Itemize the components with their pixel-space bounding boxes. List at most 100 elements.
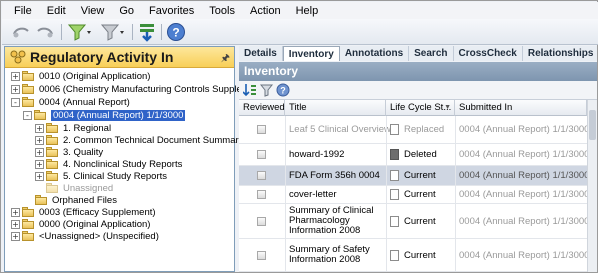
tree-node[interactable]: + 0010 (Original Application)	[11, 70, 150, 82]
inventory-grid: Reviewed Title Life Cycle St... ▼ Submit…	[239, 100, 587, 272]
menu-view[interactable]: View	[81, 5, 105, 17]
folder-icon	[46, 123, 60, 133]
tab-annotations[interactable]: Annotations	[340, 46, 410, 61]
expand-icon[interactable]: +	[35, 159, 44, 169]
column-header-reviewed[interactable]: Reviewed	[239, 100, 285, 116]
table-row-selected[interactable]: FDA Form 356h 0004 Current 0004 (Annual …	[239, 166, 587, 186]
reviewed-checkbox[interactable]	[257, 171, 266, 180]
tree-node-label: 1. Regional	[63, 122, 112, 134]
folder-icon	[22, 231, 36, 241]
tree-node[interactable]: + 0000 (Original Application)	[11, 218, 150, 230]
document-icon	[390, 249, 399, 261]
menu-action[interactable]: Action	[250, 5, 281, 17]
column-header-submitted[interactable]: Submitted In	[455, 100, 587, 116]
table-row[interactable]: cover-letter Current 0004 (Annual Report…	[239, 186, 587, 204]
menu-favorites[interactable]: Favorites	[149, 5, 194, 17]
menu-file[interactable]: File	[14, 5, 32, 17]
filter-icon[interactable]	[259, 83, 274, 100]
reviewed-checkbox[interactable]	[257, 216, 266, 226]
expand-icon[interactable]: +	[11, 219, 20, 229]
svg-text:?: ?	[172, 26, 179, 40]
reviewed-checkbox[interactable]	[257, 125, 266, 134]
help-icon[interactable]: ?	[276, 83, 290, 100]
filter-icon[interactable]	[65, 22, 95, 42]
tree-node[interactable]: - 0004 (Annual Report)	[11, 96, 130, 108]
tree-node-label: Unassigned	[63, 182, 114, 194]
reviewed-checkbox[interactable]	[257, 250, 266, 260]
table-row[interactable]: Summary of Safety Information 2008 Curre…	[239, 239, 587, 272]
row-submitted: 0004 (Annual Report) 1/1/3000	[459, 170, 587, 181]
tree-node-label: 0000 (Original Application)	[39, 218, 151, 230]
row-submitted: 0004 (Annual Report) 1/1/3000	[459, 189, 587, 200]
inventory-toolbar: ?	[239, 81, 597, 100]
deleted-document-icon	[390, 149, 399, 160]
tab-crosscheck[interactable]: CrossCheck	[454, 46, 523, 61]
menu-edit[interactable]: Edit	[47, 5, 66, 17]
expand-icon[interactable]: +	[35, 171, 44, 181]
menu-go[interactable]: Go	[119, 5, 134, 17]
tree-node-label: 0003 (Efficacy Supplement)	[39, 206, 156, 218]
tree-node-label: Orphaned Files	[52, 194, 117, 206]
tree-node-label: 0006 (Chemistry Manufacturing Controls S…	[39, 83, 267, 95]
tree-node[interactable]: Orphaned Files	[35, 194, 117, 206]
row-title: Summary of Safety Information 2008	[289, 244, 370, 265]
tab-inventory[interactable]: Inventory	[282, 46, 340, 61]
menu-bar: File Edit View Go Favorites Tools Action…	[2, 2, 598, 19]
expand-icon[interactable]: +	[11, 207, 20, 217]
folder-icon	[46, 159, 60, 169]
column-header-title[interactable]: Title	[285, 100, 386, 116]
tree-node[interactable]: Unassigned	[46, 182, 113, 194]
folder-icon	[22, 84, 36, 94]
vertical-scrollbar[interactable]	[587, 100, 597, 272]
tree-node-selected[interactable]: - 0004 (Annual Report) 1/1/3000	[23, 109, 186, 121]
forward-icon[interactable]	[34, 22, 56, 42]
expand-icon[interactable]: +	[35, 147, 44, 157]
tab-strip: Details Inventory Annotations Search Cro…	[239, 46, 597, 61]
tab-search[interactable]: Search	[409, 46, 454, 61]
column-header-lifecycle[interactable]: Life Cycle St... ▼	[386, 100, 455, 116]
collapse-icon[interactable]: -	[23, 110, 32, 120]
reviewed-checkbox[interactable]	[257, 150, 266, 159]
tab-relationships[interactable]: Relationships	[523, 46, 598, 61]
expand-icon[interactable]: +	[11, 231, 20, 241]
expand-icon[interactable]: +	[35, 135, 44, 145]
row-status: Current	[404, 249, 436, 261]
tree-node[interactable]: + 1. Regional	[35, 122, 111, 134]
filter-dropdown-icon[interactable]	[98, 22, 128, 42]
tree-node-label: 0004 (Annual Report) 1/1/3000	[51, 109, 186, 121]
table-row[interactable]: Summary of Clinical Pharmacology Informa…	[239, 204, 587, 239]
tab-details[interactable]: Details	[239, 46, 283, 61]
menu-tools[interactable]: Tools	[209, 5, 235, 17]
expand-icon[interactable]: +	[11, 84, 20, 94]
scrollbar-thumb[interactable]	[589, 110, 596, 140]
pin-icon[interactable]: 🖈	[221, 51, 230, 68]
folder-icon	[46, 171, 60, 181]
tree-node[interactable]: + 2. Common Technical Document Summaries	[35, 134, 251, 146]
tree-node[interactable]: + 3. Quality	[35, 146, 103, 158]
tree-node[interactable]: + 0006 (Chemistry Manufacturing Controls…	[11, 83, 266, 95]
document-icon	[390, 124, 399, 135]
table-row[interactable]: howard-1992 Deleted 0004 (Annual Report)…	[239, 144, 587, 166]
toolbar-separator	[161, 24, 162, 40]
folder-icon	[22, 207, 36, 217]
reviewed-checkbox[interactable]	[257, 190, 266, 199]
menu-help[interactable]: Help	[296, 5, 319, 17]
app-window: File Edit View Go Favorites Tools Action…	[0, 0, 598, 273]
row-submitted: 0004 (Annual Report) 1/1/3000	[459, 215, 587, 227]
row-status: Current	[404, 170, 436, 181]
expand-icon[interactable]: +	[11, 71, 20, 81]
document-icon	[390, 170, 399, 181]
import-icon[interactable]	[136, 22, 158, 42]
table-row[interactable]: Leaf 5 Clinical Overview Replaced 0004 (…	[239, 116, 587, 144]
tree-node-label: 2. Common Technical Document Summaries	[63, 134, 251, 146]
panel-header: Regulatory Activity In 🖈	[5, 47, 234, 68]
collapse-icon[interactable]: -	[11, 97, 20, 107]
help-icon[interactable]: ?	[165, 22, 187, 42]
tree-node[interactable]: + 5. Clinical Study Reports	[35, 170, 167, 182]
tree-node[interactable]: + <Unassigned> (Unspecified)	[11, 230, 159, 242]
expand-icon[interactable]: +	[35, 123, 44, 133]
sort-icon[interactable]	[242, 83, 257, 100]
tree-node[interactable]: + 0003 (Efficacy Supplement)	[11, 206, 156, 218]
back-icon[interactable]	[10, 22, 32, 42]
tree-node[interactable]: + 4. Nonclinical Study Reports	[35, 158, 182, 170]
